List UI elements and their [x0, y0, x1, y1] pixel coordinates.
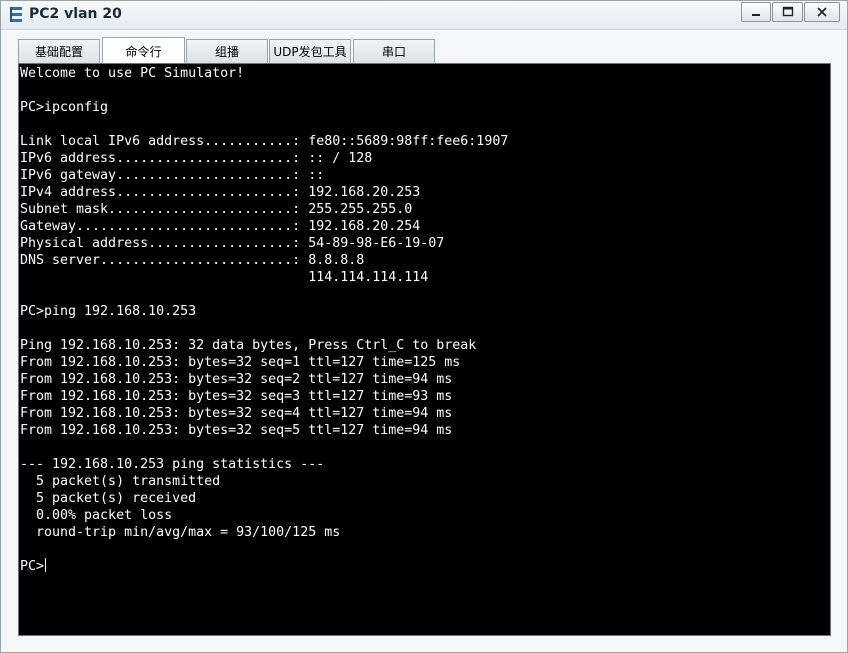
- terminal-line: From 192.168.10.253: bytes=32 seq=2 ttl=…: [20, 372, 453, 387]
- terminal-line: --- 192.168.10.253 ping statistics ---: [20, 457, 325, 472]
- terminal-line: From 192.168.10.253: bytes=32 seq=5 ttl=…: [20, 423, 453, 438]
- terminal-line: From 192.168.10.253: bytes=32 seq=3 ttl=…: [20, 389, 453, 404]
- terminal-line: PC>ping 192.168.10.253: [20, 304, 197, 319]
- minimize-button[interactable]: [741, 2, 771, 22]
- tab-basic-config[interactable]: 基础配置: [18, 39, 100, 63]
- terminal-line: DNS server........................: 8.8.…: [20, 253, 365, 268]
- maximize-icon: [782, 6, 793, 17]
- tab-multicast[interactable]: 组播: [186, 39, 268, 63]
- tab-serial-port[interactable]: 串口: [353, 39, 435, 63]
- terminal-line: IPv6 gateway......................: ::: [20, 168, 325, 183]
- maximize-button[interactable]: [772, 2, 803, 22]
- close-button[interactable]: [804, 2, 840, 22]
- title-bar[interactable]: PC2 vlan 20: [1, 1, 847, 30]
- pc-app-icon: [10, 7, 22, 22]
- window-title: PC2 vlan 20: [29, 6, 122, 22]
- terminal-prompt: PC>: [20, 559, 45, 574]
- terminal-line: Ping 192.168.10.253: 32 data bytes, Pres…: [20, 338, 477, 353]
- terminal-line: From 192.168.10.253: bytes=32 seq=1 ttl=…: [20, 355, 461, 370]
- terminal-line: Welcome to use PC Simulator!: [20, 66, 245, 81]
- terminal-line: 5 packet(s) transmitted: [36, 474, 221, 489]
- terminal-line: Subnet mask.......................: 255.…: [20, 202, 413, 217]
- terminal-line: PC>ipconfig: [20, 100, 109, 115]
- command-line-terminal[interactable]: Welcome to use PC Simulator! PC>ipconfig…: [18, 63, 831, 636]
- terminal-line: Physical address..................: 54-8…: [20, 236, 445, 251]
- close-icon: [817, 7, 827, 17]
- terminal-line: Gateway...........................: 192.…: [20, 219, 421, 234]
- terminal-line: IPv6 address......................: :: /…: [20, 151, 373, 166]
- terminal-output: Welcome to use PC Simulator! PC>ipconfig…: [20, 65, 508, 575]
- terminal-line: 114.114.114.114: [308, 270, 429, 285]
- terminal-line: round-trip min/avg/max = 93/100/125 ms: [36, 525, 341, 540]
- pc-simulator-window: PC2 vlan 20 基础配置 命令行 组播 UDP发包工具 串口 Welco…: [0, 0, 848, 653]
- terminal-line: IPv4 address......................: 192.…: [20, 185, 421, 200]
- terminal-line: From 192.168.10.253: bytes=32 seq=4 ttl=…: [20, 406, 453, 421]
- terminal-lines: Welcome to use PC Simulator! PC>ipconfig…: [20, 66, 508, 540]
- tab-bar: 基础配置 命令行 组播 UDP发包工具 串口: [1, 30, 847, 64]
- terminal-line: Link local IPv6 address...........: fe80…: [20, 134, 509, 149]
- terminal-line: 5 packet(s) received: [36, 491, 197, 506]
- terminal-line: 0.00% packet loss: [36, 508, 173, 523]
- tab-command-line[interactable]: 命令行: [102, 37, 185, 64]
- tab-udp-tool[interactable]: UDP发包工具: [269, 39, 351, 63]
- text-cursor: [45, 558, 47, 572]
- minimize-icon: [752, 14, 760, 16]
